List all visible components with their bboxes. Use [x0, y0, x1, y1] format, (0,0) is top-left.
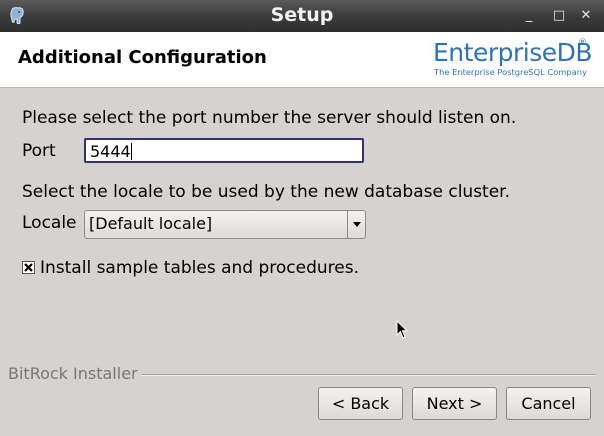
port-input-value: 5444 [90, 142, 131, 161]
sample-tables-label[interactable]: Install sample tables and procedures. [40, 258, 359, 278]
page-title: Additional Configuration [18, 47, 267, 68]
port-label: Port [22, 141, 56, 161]
locale-select-value: [Default locale] [89, 214, 213, 233]
enterprisedb-logo: EnterpriseDB ® The Enterprise PostgreSQL… [433, 38, 593, 82]
sample-tables-checkbox[interactable] [22, 261, 35, 274]
text-caret [131, 143, 132, 160]
port-instruction: Please select the port number the server… [22, 108, 517, 128]
maximize-button[interactable]: □ [549, 6, 569, 26]
page-header: Additional Configuration EnterpriseDB ® … [0, 32, 604, 88]
locale-label: Locale [22, 213, 77, 233]
close-button[interactable]: ✕ [576, 6, 596, 26]
installer-brand-label: BitRock Installer [8, 364, 141, 383]
locale-instruction: Select the locale to be used by the new … [22, 182, 511, 202]
minimize-button[interactable]: _ [519, 6, 539, 26]
logo-tagline: The Enterprise PostgreSQL Company [434, 67, 587, 77]
next-button[interactable]: Next > [412, 387, 497, 420]
cancel-button[interactable]: Cancel [506, 387, 591, 420]
registered-mark: ® [578, 38, 587, 48]
logo-wordmark: EnterpriseDB [433, 38, 593, 67]
locale-dropdown-button[interactable] [347, 211, 365, 238]
back-button[interactable]: < Back [318, 387, 403, 420]
logo-brand-main: Enterprise [433, 38, 557, 67]
checkmark-x-icon [24, 263, 33, 272]
title-bar[interactable]: Setup _ □ ✕ [0, 0, 604, 32]
port-input[interactable]: 5444 [84, 138, 364, 163]
chevron-down-icon [353, 222, 361, 227]
mouse-pointer-icon [396, 319, 409, 344]
window-title: Setup [270, 4, 334, 26]
locale-select[interactable]: [Default locale] [84, 210, 366, 239]
